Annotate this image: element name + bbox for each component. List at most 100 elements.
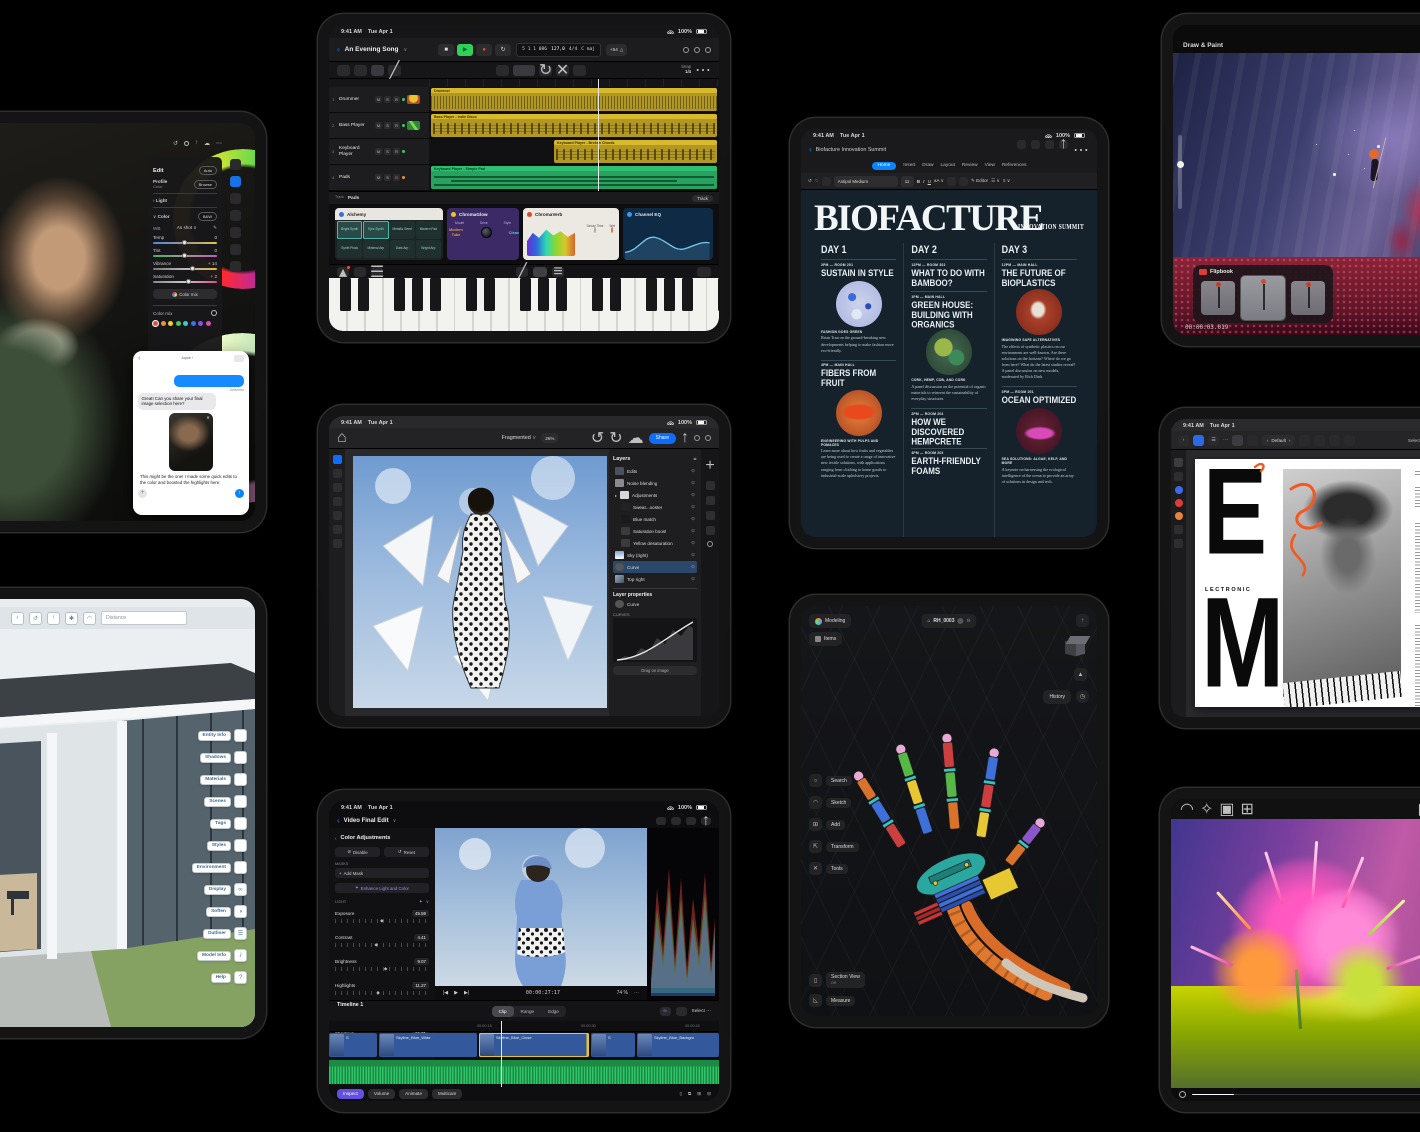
tab-insert[interactable]: Insert xyxy=(903,163,915,168)
timeline-ruler[interactable] xyxy=(429,79,719,87)
timeline-name[interactable]: Timeline 1 xyxy=(337,1002,363,1008)
close-icon[interactable]: ✕ xyxy=(205,415,211,421)
contrast-slider[interactable]: Contrast4.41 ◆ xyxy=(335,934,429,953)
viewer[interactable] xyxy=(435,828,647,986)
tool-add[interactable]: ⊞Add xyxy=(809,818,845,831)
render3d-viewport[interactable] xyxy=(1171,819,1420,1088)
alchemy-pad[interactable]: Synth Pluck xyxy=(337,240,362,258)
metronome-icon[interactable]: ▴ xyxy=(337,267,349,277)
panel-button-display[interactable]: Display∞ xyxy=(204,883,247,896)
wb-select[interactable]: As shot ∨ xyxy=(177,225,197,231)
layer-row-selected[interactable]: Curve⊙ xyxy=(613,561,697,573)
track-lane-keys[interactable]: Keyboard Player - Broken Chords xyxy=(429,139,719,165)
layer-row[interactable]: Yellow desaturation⊙ xyxy=(613,537,697,549)
move-tool-selected[interactable] xyxy=(333,455,342,464)
region-drummer[interactable]: Drummer xyxy=(431,88,717,111)
playback-scrubber[interactable] xyxy=(1192,1094,1420,1096)
bold-button[interactable]: B xyxy=(917,179,920,184)
more-icon[interactable]: ⋯ xyxy=(634,990,639,996)
region-pads[interactable]: Keyboard Player - Simple Pad xyxy=(431,166,717,189)
help-icon[interactable] xyxy=(694,435,700,441)
playhead[interactable] xyxy=(598,79,599,191)
timeline-ruler[interactable]: 00:00:15 00:00:30 00:00:45 xyxy=(329,1021,719,1032)
inspector-track-tab[interactable]: Track xyxy=(692,195,713,202)
format-brush-icon[interactable] xyxy=(822,177,831,186)
panel-button-environment[interactable]: Environment xyxy=(192,861,247,874)
layer-row[interactable]: Sweat...ooster⊙ xyxy=(613,501,697,513)
brush-tool-icon[interactable] xyxy=(333,483,342,492)
next-frame-icon[interactable]: ▶| xyxy=(464,990,469,996)
share-icon[interactable]: ↑ xyxy=(195,140,198,146)
minimize-icon[interactable] xyxy=(705,47,711,53)
tab-review[interactable]: Review xyxy=(962,163,978,168)
measure-button[interactable]: ◺Measure xyxy=(809,994,855,1007)
sketchup-viewport[interactable]: Entity Info Shadows Materials Scenes Tag… xyxy=(0,629,255,1027)
solo-button[interactable]: S xyxy=(384,148,391,155)
solo-button[interactable]: S xyxy=(384,96,391,103)
cycle-button[interactable]: ↻ xyxy=(495,44,511,56)
info-icon[interactable] xyxy=(184,141,189,146)
shape-tool-icon[interactable] xyxy=(1174,525,1183,534)
solo-button[interactable]: S xyxy=(384,174,391,181)
tool-search[interactable]: ○Search xyxy=(809,774,852,787)
clip[interactable]: S xyxy=(329,1033,377,1057)
comment-icon[interactable] xyxy=(706,526,715,535)
decay-knob[interactable] xyxy=(594,227,596,233)
mute-button[interactable]: M xyxy=(375,174,382,181)
red-pen-tool[interactable] xyxy=(1173,497,1184,508)
fade-tool-icon[interactable] xyxy=(573,65,586,76)
collapse-icon[interactable]: ∨ xyxy=(426,899,429,905)
settings-icon[interactable]: ✱ xyxy=(65,612,78,625)
export-icon[interactable]: ↑ xyxy=(47,612,60,625)
modeling-menu[interactable]: Modeling xyxy=(809,614,851,628)
rotate-icon[interactable] xyxy=(1299,435,1310,446)
animate-button[interactable]: Animate xyxy=(399,1089,428,1099)
zoom-level[interactable]: 26% xyxy=(541,433,558,443)
orientation-cube[interactable] xyxy=(1063,636,1087,660)
panel-button-outliner[interactable]: Outliner☰ xyxy=(203,927,247,940)
track-header-pads[interactable]: 4Pads MSR xyxy=(329,165,429,191)
enhance-button[interactable]: ✦Enhance Light and Color xyxy=(335,883,429,893)
pencil-icon[interactable]: ╱ xyxy=(516,267,528,277)
plugin-alchemy[interactable]: Alchemy Bright Synth Epic Synth Metallic… xyxy=(335,208,443,260)
record-enable-button[interactable]: R xyxy=(393,122,400,129)
auto-button[interactable]: Auto xyxy=(199,166,217,175)
eye-icon[interactable]: ⊙ xyxy=(691,552,695,558)
edit-mode-segmented[interactable]: Clip Range Edge xyxy=(492,1006,566,1017)
panel-back-icon[interactable]: ‹ xyxy=(335,836,337,841)
auto-wand-icon[interactable]: ✦ xyxy=(419,899,423,905)
history-clock-icon[interactable]: ◷ xyxy=(1076,690,1089,703)
flipbook-frame[interactable] xyxy=(1201,281,1235,315)
eyedropper-icon[interactable]: ✎ xyxy=(213,225,217,231)
italic-button[interactable]: I xyxy=(923,179,925,184)
layer-filter-icon[interactable]: ≑ xyxy=(693,456,697,462)
tint-slider[interactable]: Tint0 xyxy=(153,248,217,257)
add-mask-button[interactable]: +Add Mask xyxy=(335,868,429,878)
settings-icon[interactable] xyxy=(705,435,711,441)
controls-icon-selected[interactable] xyxy=(533,267,547,277)
split-tool-icon[interactable]: ✕ xyxy=(556,65,569,76)
lock-icon[interactable]: ◠ xyxy=(83,612,96,625)
select-tool-icon[interactable] xyxy=(1174,458,1183,467)
redo-icon[interactable]: ↻ xyxy=(815,178,819,184)
tool-transform[interactable]: ⇱Transform xyxy=(809,840,859,853)
loop-tool-icon[interactable]: ↻ xyxy=(539,65,552,76)
panel-button-shadows[interactable]: Shadows xyxy=(200,751,247,764)
title-chevron-icon[interactable]: ∨ xyxy=(393,818,397,824)
alchemy-pad[interactable]: Metallic Seed xyxy=(390,221,415,239)
alchemy-pad[interactable]: Dark Arp xyxy=(390,240,415,258)
export-icon[interactable]: ↑ xyxy=(701,817,711,825)
export-icon[interactable]: ↑ xyxy=(1076,614,1089,627)
poster-canvas[interactable]: E LECTRONIC M USIC xyxy=(1195,459,1420,707)
eye-icon[interactable]: ⊙ xyxy=(691,540,695,546)
layer-group-row[interactable]: ▸Adjustments⊙ xyxy=(613,489,697,501)
disable-button[interactable]: ⊘Disable xyxy=(335,847,380,857)
track-header-bass[interactable]: 2Bass Player MSR xyxy=(329,113,429,139)
mute-button[interactable]: M xyxy=(375,122,382,129)
zoom-tool-icon[interactable] xyxy=(333,539,342,548)
menu-icon[interactable]: ☰ xyxy=(1208,435,1219,446)
copy-icon[interactable] xyxy=(496,65,509,76)
flip-icon[interactable] xyxy=(1314,435,1325,446)
orange-pen-tool[interactable] xyxy=(1175,512,1183,520)
bullet-list-button[interactable]: ☰ ∨ xyxy=(991,178,1000,184)
